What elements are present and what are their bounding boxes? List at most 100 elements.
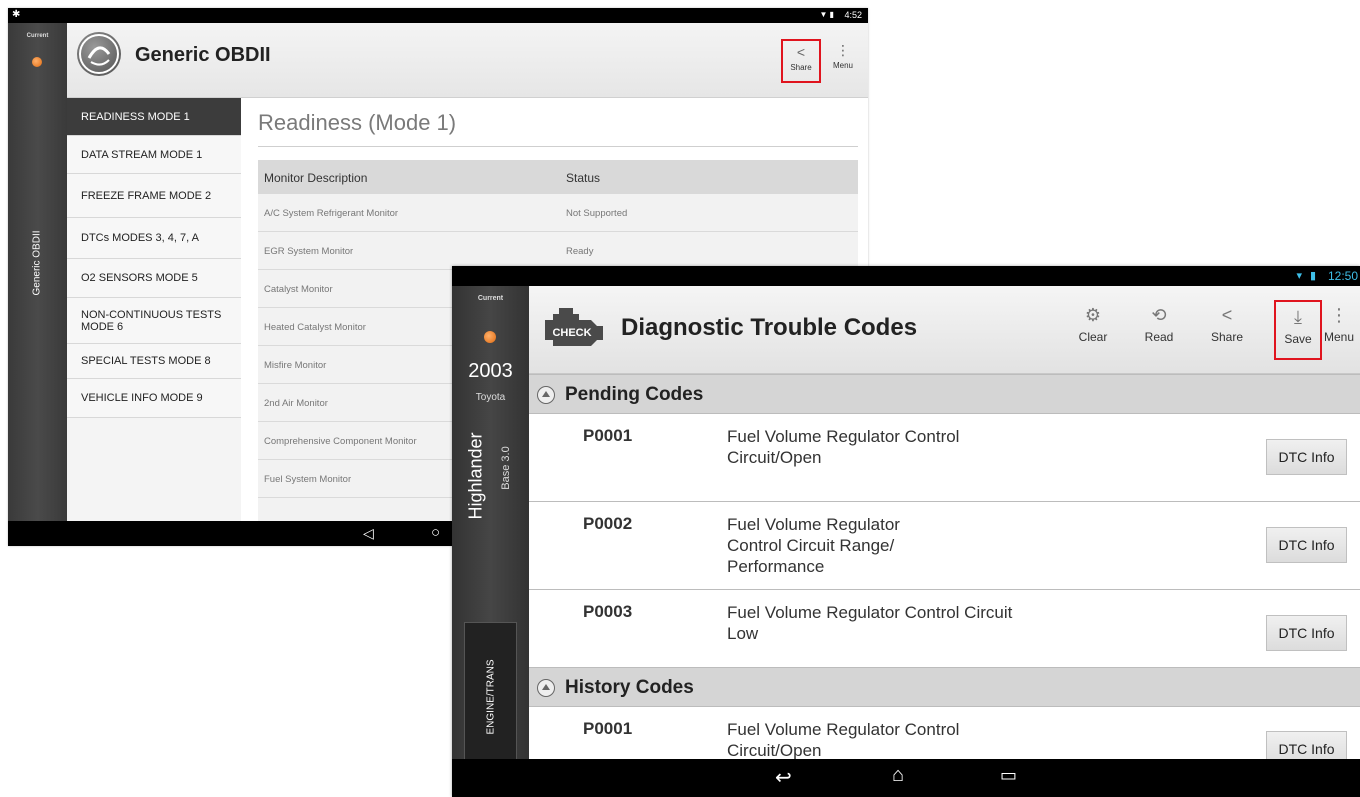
- overflow-menu-icon: ⋮: [1330, 305, 1348, 325]
- nav-item-freeze-frame-mode-2[interactable]: FREEZE FRAME MODE 2: [67, 174, 241, 218]
- dtc-info-button[interactable]: DTC Info: [1266, 615, 1347, 651]
- share-button[interactable]: < Share: [1201, 300, 1253, 360]
- status-time: 12:50: [1327, 269, 1358, 283]
- table-row[interactable]: EGR System Monitor Ready: [258, 232, 858, 270]
- nav-item-non-continuous-tests-mode-6[interactable]: NON-CONTINUOUS TESTS MODE 6: [67, 298, 241, 344]
- vehicle-model: Highlander: [465, 432, 486, 520]
- recent-apps-icon[interactable]: ▭: [1000, 765, 1017, 786]
- download-icon: ⤓: [1294, 307, 1302, 327]
- app-header: CHECK Diagnostic Trouble Codes ⚙ Clear ⟲…: [529, 286, 1360, 374]
- share-label: Share: [1210, 330, 1244, 344]
- back-icon[interactable]: ↩: [775, 765, 792, 790]
- overflow-menu-icon: ⋮: [836, 42, 850, 58]
- dtc-description: Fuel Volume Regulator Control Circuit Lo…: [727, 603, 1013, 643]
- dtc-description: Fuel Volume Regulator Control Circuit/Op…: [727, 720, 960, 760]
- home-icon[interactable]: ⌂: [892, 764, 904, 787]
- monitor-description: 2nd Air Monitor: [264, 398, 328, 409]
- dtc-code: P0003: [583, 602, 633, 621]
- nav-item-o2-sensors-mode-5[interactable]: O2 SENSORS MODE 5: [67, 259, 241, 298]
- monitor-description: Fuel System Monitor: [264, 474, 352, 485]
- app-header: Generic OBDII < Share ⋮ Menu: [67, 23, 868, 98]
- monitor-status: Ready: [566, 246, 594, 257]
- nav-item-data-stream-mode-1[interactable]: DATA STREAM MODE 1: [67, 136, 241, 174]
- menu-button[interactable]: ⋮ Menu: [1319, 300, 1359, 360]
- nav-item-readiness-mode-1[interactable]: READINESS MODE 1: [67, 98, 251, 136]
- clear-label: Clear: [1078, 330, 1108, 344]
- monitor-status: Not Supported: [566, 208, 628, 219]
- menu-label: Menu: [832, 61, 853, 70]
- app-title: Generic OBDII: [135, 44, 271, 66]
- system-nav-bar: ↩ ⌂ ▭: [452, 759, 1360, 797]
- dtc-code: P0001: [583, 719, 633, 738]
- system-selector-button[interactable]: ENGINE/TRANS: [464, 622, 517, 772]
- status-bar: ▾ ▮ 12:50: [452, 266, 1360, 286]
- table-header: Monitor Description Status: [258, 160, 858, 194]
- status-time: 4:52: [844, 10, 862, 20]
- system-label: ENGINE/TRANS: [485, 659, 496, 735]
- nav-item-label: FREEZE FRAME MODE 2: [81, 189, 212, 202]
- monitor-description: A/C System Refrigerant Monitor: [264, 208, 399, 219]
- page-title: Diagnostic Trouble Codes: [621, 314, 918, 341]
- nav-item-label: VEHICLE INFO MODE 9: [81, 392, 203, 404]
- dtc-row[interactable]: P0001 Fuel Volume Regulator Control Circ…: [529, 414, 1360, 502]
- wifi-battery-icon: ▼ ▮: [819, 10, 834, 19]
- nav-item-special-tests-mode-8[interactable]: SPECIAL TESTS MODE 8: [67, 344, 241, 379]
- dtc-code: P0001: [583, 426, 633, 445]
- battery-icon: ▮: [1309, 270, 1316, 282]
- share-icon: <: [1221, 305, 1233, 325]
- dtc-description: Fuel Volume Regulator Control Circuit/Op…: [727, 427, 960, 467]
- current-indicator-icon: [484, 331, 496, 343]
- dtc-info-button[interactable]: DTC Info: [1266, 439, 1347, 475]
- clear-engine-icon: ⚙: [1084, 305, 1102, 325]
- nav-item-label: SPECIAL TESTS MODE 8: [81, 355, 211, 367]
- app-notification-icon: ✱: [12, 9, 21, 20]
- share-label: Share: [790, 63, 812, 72]
- obd-logo-icon: [77, 32, 121, 76]
- share-button[interactable]: < Share: [781, 39, 821, 83]
- home-icon[interactable]: ○: [431, 524, 440, 541]
- nav-item-label: O2 SENSORS MODE 5: [81, 272, 198, 284]
- vehicle-label[interactable]: Generic OBDII: [32, 230, 43, 295]
- collapse-icon[interactable]: [537, 679, 555, 697]
- save-button[interactable]: ⤓ Save: [1274, 300, 1322, 360]
- history-codes-section-header[interactable]: History Codes: [529, 667, 1360, 707]
- monitor-description: Catalyst Monitor: [264, 284, 333, 295]
- current-label: Current: [477, 295, 504, 302]
- status-bar: ✱ ▼ ▮ 4:52: [8, 8, 868, 23]
- clear-button[interactable]: ⚙ Clear: [1067, 300, 1119, 360]
- collapse-icon[interactable]: [537, 386, 555, 404]
- monitor-description: Comprehensive Component Monitor: [264, 436, 417, 447]
- nav-item-dtcs-modes[interactable]: DTCs MODES 3, 4, 7, A: [67, 218, 241, 259]
- share-icon: <: [796, 44, 806, 60]
- vehicle-year: 2003: [468, 360, 513, 382]
- nav-item-label: DTCs MODES 3, 4, 7, A: [81, 232, 199, 244]
- mode-nav: READINESS MODE 1 DATA STREAM MODE 1 FREE…: [67, 98, 251, 521]
- dtc-row[interactable]: P0002 Fuel Volume Regulator Control Circ…: [529, 502, 1360, 590]
- dtc-row[interactable]: P0003 Fuel Volume Regulator Control Circ…: [529, 590, 1360, 678]
- refresh-icon: ⟲: [1151, 305, 1167, 325]
- dtc-window: ▾ ▮ 12:50 Current 2003 Toyota Highlander…: [452, 266, 1360, 797]
- dtc-code: P0002: [583, 514, 633, 533]
- current-label: Current: [26, 33, 49, 39]
- read-button[interactable]: ⟲ Read: [1133, 300, 1185, 360]
- monitor-description: EGR System Monitor: [264, 246, 354, 257]
- dtc-description: Fuel Volume Regulator Control Circuit Ra…: [727, 515, 900, 576]
- read-label: Read: [1144, 330, 1174, 344]
- back-icon[interactable]: ◁: [363, 525, 374, 542]
- nav-item-vehicle-info-mode-9[interactable]: VEHICLE INFO MODE 9: [67, 379, 241, 418]
- table-row[interactable]: A/C System Refrigerant Monitor Not Suppo…: [258, 194, 858, 232]
- nav-item-label: NON-CONTINUOUS TESTS MODE 6: [81, 308, 222, 333]
- check-engine-badge: CHECK: [552, 327, 591, 339]
- nav-item-label: DATA STREAM MODE 1: [81, 148, 203, 161]
- wifi-icon: ▾: [1296, 270, 1302, 282]
- menu-button[interactable]: ⋮ Menu: [823, 39, 863, 83]
- pending-codes-section-header[interactable]: Pending Codes: [529, 374, 1360, 414]
- check-engine-icon: CHECK: [539, 306, 607, 352]
- menu-label: Menu: [1323, 330, 1355, 344]
- title-divider: [258, 146, 858, 147]
- dtc-info-button[interactable]: DTC Info: [1266, 527, 1347, 563]
- vehicle-trim: Base 3.0: [500, 446, 512, 490]
- monitor-description: Misfire Monitor: [264, 360, 327, 371]
- column-header-description: Monitor Description: [264, 171, 368, 185]
- column-header-status: Status: [566, 171, 601, 185]
